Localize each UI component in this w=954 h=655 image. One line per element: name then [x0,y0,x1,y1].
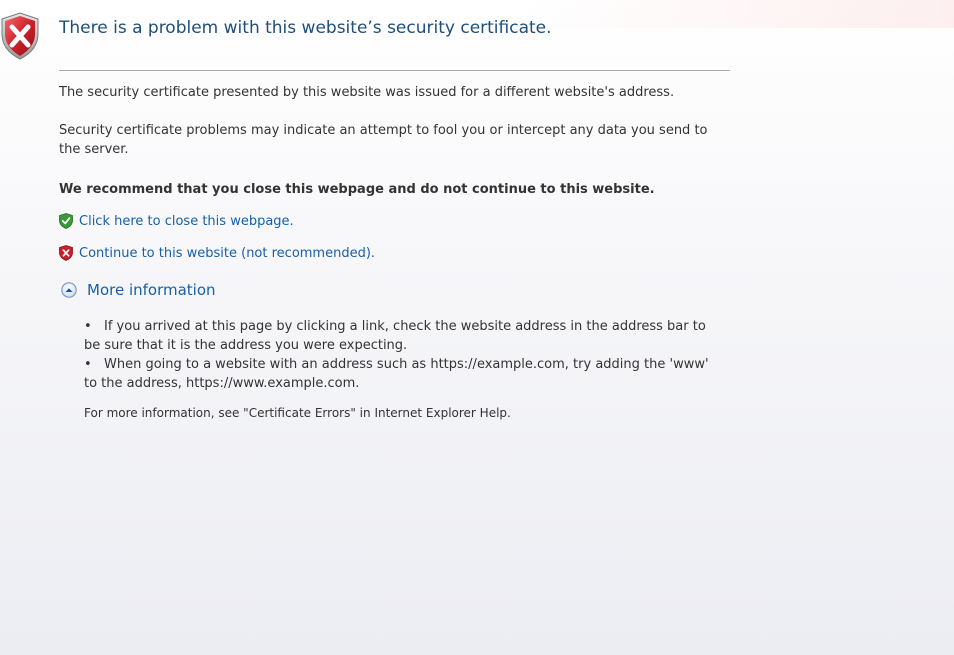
red-shield-x-icon [1,12,39,60]
recommendation-text: We recommend that you close this webpage… [59,182,655,197]
more-information-list: • If you arrived at this page by clicking… [84,317,714,393]
warning-text: Security certificate problems may indica… [59,123,708,157]
chevron-up-circle-icon[interactable] [61,282,77,298]
list-item-text: When going to a website with an address … [84,357,709,391]
bullet: • [84,319,92,334]
divider [59,70,730,71]
help-reference-text: For more information, see "Certificate E… [84,406,511,420]
continue-website-link[interactable]: Continue to this website (not recommende… [79,246,375,261]
list-item-text: If you arrived at this page by clicking … [84,319,706,353]
more-information-label[interactable]: More information [87,281,216,299]
more-information-toggle[interactable]: More information [61,281,216,299]
close-webpage-link[interactable]: Click here to close this webpage. [79,214,294,229]
list-item: • If you arrived at this page by clicking… [84,317,714,355]
list-item: • When going to a website with an address… [84,355,714,393]
certificate-mismatch-text: The security certificate presented by th… [59,85,675,100]
page-title: There is a problem with this website’s s… [59,18,552,38]
continue-website-row[interactable]: Continue to this website (not recommende… [59,244,375,262]
green-shield-check-icon [59,213,73,229]
red-shield-x-icon [59,245,73,261]
close-webpage-row[interactable]: Click here to close this webpage. [59,212,294,230]
bullet: • [84,357,92,372]
